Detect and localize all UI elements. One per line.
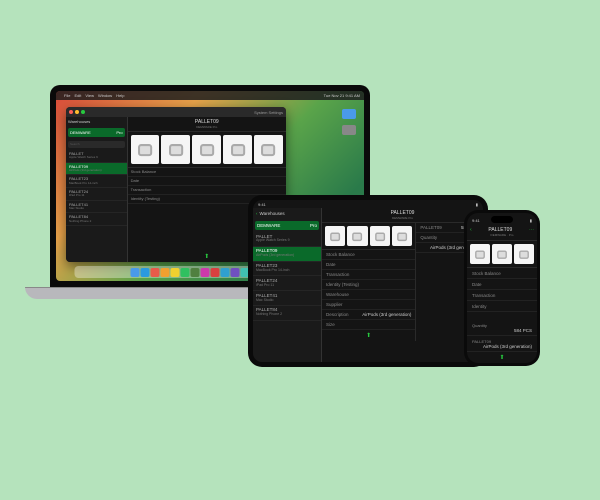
list-item[interactable]: PALLET09AirPods (3rd generation) — [253, 247, 321, 262]
dock-app-icon[interactable] — [161, 268, 170, 277]
dock-app-icon[interactable] — [181, 268, 190, 277]
thumbnail[interactable] — [514, 244, 534, 264]
field-row: Transaction — [128, 186, 286, 195]
thumbnail[interactable] — [470, 244, 490, 264]
dock-app-icon[interactable] — [201, 268, 210, 277]
field-row: Stock Balance — [322, 250, 415, 260]
list-item[interactable]: PALLETApple Watch Series 9 — [253, 232, 321, 247]
field-row: Stock Balance — [128, 168, 286, 177]
battery-icon: ▮ — [530, 218, 532, 223]
dock-app-icon[interactable] — [131, 268, 140, 277]
field-row: Warehouse — [322, 290, 415, 300]
list-item[interactable]: PALLET24iPad Pro 11 — [253, 276, 321, 291]
sidebar: Warehouses DEMWAREPro Search PALLETApple… — [66, 117, 128, 262]
dock-app-icon[interactable] — [191, 268, 200, 277]
field-row: Transaction — [322, 270, 415, 280]
thumbnail[interactable] — [223, 135, 252, 164]
list-item[interactable]: PALLET23MacBook Pro 14-inch — [66, 175, 127, 188]
status-time: 9:41 — [472, 218, 480, 223]
dock-app-icon[interactable] — [171, 268, 180, 277]
field-row: Size — [322, 320, 415, 330]
description-field: PALLET09 AirPods (3rd generation) — [467, 336, 537, 352]
dock-app-icon[interactable] — [221, 268, 230, 277]
field-row: Transaction — [467, 290, 537, 301]
detail-header: PALLET09 DEMWARE Pro — [322, 208, 483, 223]
image-thumbnails — [128, 132, 286, 168]
upload-icon[interactable]: ⬆ — [322, 330, 415, 341]
thumbnail[interactable] — [131, 135, 160, 164]
field-row: Supplier — [322, 300, 415, 310]
field-row: Identity — [467, 301, 537, 312]
list-item[interactable]: PALLET41Mac Studio — [253, 291, 321, 306]
zoom-icon[interactable] — [81, 110, 85, 114]
detail-header: PALLET09 DEMWARE Pro — [128, 117, 286, 132]
warehouse-badge[interactable]: DEMWAREPro — [68, 128, 125, 137]
search-input[interactable]: Search — [68, 141, 125, 148]
list-item[interactable]: PALLET09AirPods (3rd generation) — [66, 163, 127, 176]
warehouse-badge[interactable]: DEMWAREPro — [255, 221, 319, 230]
quantity-field: Quantity 584 PCS — [467, 320, 537, 336]
field-row: Date — [322, 260, 415, 270]
thumbnail[interactable] — [192, 135, 221, 164]
ipad-device: 9:41 ▮ ‹ Warehouses DEMWAREPro PALLETApp… — [248, 195, 488, 367]
thumbnail[interactable] — [392, 226, 412, 246]
thumbnail[interactable] — [492, 244, 512, 264]
menu-item[interactable]: Edit — [74, 93, 81, 98]
dynamic-island — [491, 216, 513, 223]
thumbnail[interactable] — [347, 226, 367, 246]
field-row: Date — [467, 279, 537, 290]
thumbnail[interactable] — [370, 226, 390, 246]
status-time: 9:41 — [258, 202, 266, 207]
list-item[interactable]: PALLET84Nothing Phone 2 — [66, 213, 127, 226]
thumbnail[interactable] — [325, 226, 345, 246]
dock-app-icon[interactable] — [141, 268, 150, 277]
list-item[interactable]: PALLET23MacBook Pro 14-inch — [253, 262, 321, 277]
detail-panel: PALLET09 DEMWARE Pro Stock Balance — [322, 208, 483, 362]
dock-app-icon[interactable] — [211, 268, 220, 277]
close-icon[interactable] — [69, 110, 73, 114]
image-thumbnails — [467, 241, 537, 268]
field-row: Identity (Testing) — [322, 280, 415, 290]
ipad-statusbar: 9:41 ▮ — [253, 200, 483, 208]
list-item[interactable]: PALLETApple Watch Series 9 — [66, 150, 127, 163]
minimize-icon[interactable] — [75, 110, 79, 114]
menubar-clock: Tue Nov 21 9:41 AM — [324, 93, 360, 98]
sidebar: ‹ Warehouses DEMWAREPro PALLETApple Watc… — [253, 208, 322, 362]
thumbnail[interactable] — [161, 135, 190, 164]
iphone-device: 9:41 ▮ ‹ PALLET09 ⋯ DEMWARE · Pro — [464, 210, 540, 366]
upload-icon[interactable]: ⬆ — [467, 352, 537, 363]
menu-item[interactable]: View — [85, 93, 94, 98]
desktop-folder-icon[interactable] — [342, 109, 356, 119]
list-item[interactable]: PALLET24iPad Pro 11 — [66, 188, 127, 201]
more-icon[interactable]: ⋯ — [529, 227, 534, 233]
menu-item[interactable]: File — [64, 93, 70, 98]
battery-icon: ▮ — [476, 202, 478, 207]
window-title: System Settings — [254, 110, 283, 115]
dock-app-icon[interactable] — [151, 268, 160, 277]
image-thumbnails — [322, 223, 415, 250]
window-titlebar: System Settings — [66, 107, 286, 117]
field-row: Stock Balance — [467, 268, 537, 279]
detail-header: ‹ PALLET09 ⋯ DEMWARE · Pro — [467, 224, 537, 241]
sidebar-title: Warehouses — [260, 211, 285, 216]
field-row: Date — [128, 177, 286, 186]
menu-item[interactable]: Help — [116, 93, 124, 98]
list-item[interactable]: PALLET41Mac Studio — [66, 201, 127, 214]
back-icon[interactable]: ‹ — [256, 211, 258, 216]
menu-item[interactable]: Window — [98, 93, 112, 98]
list-item[interactable]: PALLET84Nothing Phone 2 — [253, 306, 321, 321]
sidebar-title: Warehouses — [68, 119, 90, 124]
field-row: DescriptionAirPods (3rd generation) — [322, 310, 415, 320]
mac-menubar: File Edit View Window Help Tue Nov 21 9:… — [56, 91, 364, 100]
thumbnail[interactable] — [254, 135, 283, 164]
desktop-drive-icon[interactable] — [342, 125, 356, 135]
dock-app-icon[interactable] — [231, 268, 240, 277]
